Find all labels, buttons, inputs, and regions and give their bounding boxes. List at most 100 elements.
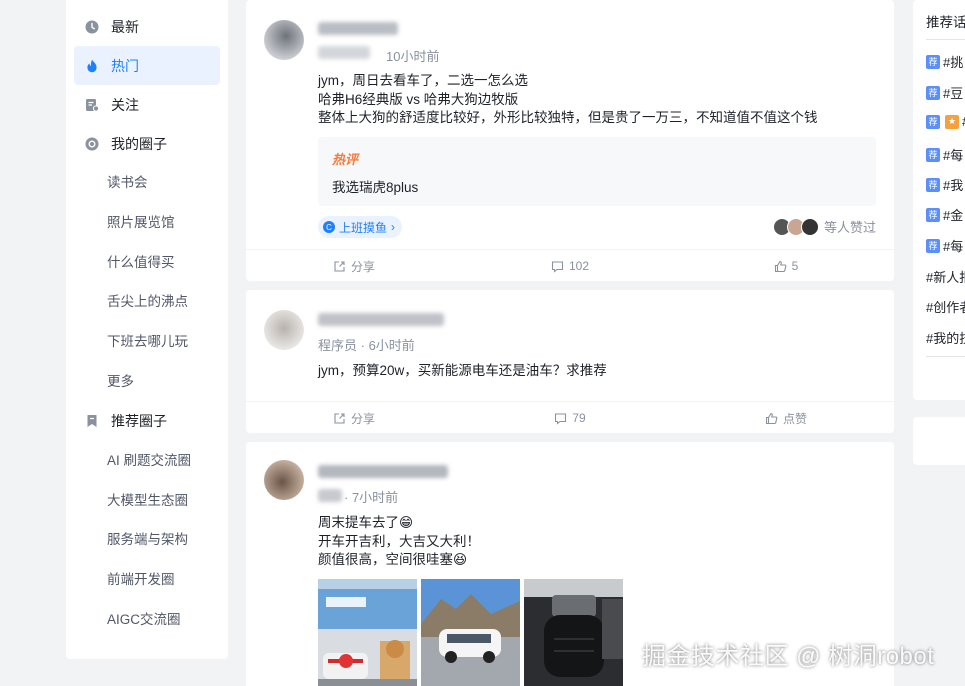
circle-item-ai[interactable]: AI 刷题交流圈 (66, 441, 228, 481)
action-bar: 分享 79 点赞 (246, 401, 894, 434)
hot-comment[interactable]: 热评 我选瑞虎8plus (318, 137, 876, 206)
avatar[interactable] (264, 20, 304, 60)
author-role: 程序员 (318, 338, 358, 353)
topic-item[interactable]: 荐 #每 (926, 236, 963, 255)
comment-button[interactable]: 102 (462, 250, 678, 282)
topic-label: #豆 (943, 86, 964, 101)
recommend-badge: 荐 (926, 147, 940, 162)
hot-comment-text: 我选瑞虎8plus (332, 180, 419, 195)
post-time: 6小时前 (368, 338, 415, 353)
clock-icon (85, 20, 99, 34)
post-photo-dealership[interactable] (318, 579, 417, 686)
nav-hot-label: 热门 (111, 57, 139, 74)
nav-recommended-label: 推荐圈子 (111, 413, 167, 430)
circle-item-photos[interactable]: 照片展览馆 (66, 203, 228, 243)
topic-label: #创作者 (926, 300, 965, 315)
content-line: 开车开吉利，大吉又大利！ (318, 533, 480, 549)
feed-post: 10小时前 jym，周日去看车了，二选一怎么选 哈弗H6经典版 vs 哈弗大狗边… (246, 0, 894, 281)
topic-label: #我 (943, 178, 964, 193)
circle-item-more[interactable]: 更多 (66, 362, 228, 402)
circle-item-worth-buying[interactable]: 什么值得买 (66, 243, 228, 283)
nav-latest[interactable]: 最新 (74, 7, 220, 46)
comment-icon (551, 260, 564, 273)
topic-item[interactable]: 荐 #每 (926, 145, 963, 164)
circle-item-reading[interactable]: 读书会 (66, 163, 228, 203)
new-badge-icon: ★ (945, 114, 959, 129)
post-photo-car-outdoor[interactable] (421, 579, 520, 686)
topic-item[interactable]: #新人报 (926, 267, 965, 286)
topic-item[interactable]: #我的技 (926, 328, 965, 347)
circle-tag[interactable]: C 上班摸鱼 › (318, 216, 403, 238)
circle-item-backend[interactable]: 服务端与架构 (66, 520, 228, 560)
nav-latest-label: 最新 (111, 18, 139, 35)
topic-label: #每 (943, 239, 964, 254)
post-time: 7小时前 (351, 490, 399, 505)
thumbs-up-icon (765, 412, 778, 424)
nav-follow-label: 关注 (111, 96, 139, 113)
share-icon (334, 412, 345, 424)
recommend-badge: 荐 (926, 177, 940, 192)
share-label: 分享 (350, 259, 375, 274)
nav-hot[interactable]: 热门 (74, 46, 220, 85)
nav-follow[interactable]: 关注 (74, 85, 220, 124)
circle-logo-icon: C (323, 221, 335, 233)
comment-count: 102 (568, 259, 590, 273)
left-sidebar: 最新 热门 关注 我的圈子 读书会 照片展览馆 什么值得买 舌尖上的沸点 下班去… (66, 0, 228, 659)
nav-recommended-circles[interactable]: 推荐圈子 (74, 402, 220, 441)
post-content: jym，周日去看车了，二选一怎么选 哈弗H6经典版 vs 哈弗大狗边牧版 整体上… (318, 72, 818, 128)
author-name[interactable] (318, 465, 448, 478)
topic-label: #我的技 (926, 331, 965, 346)
circle-tag-label: 上班摸鱼 (339, 220, 388, 235)
divider (926, 356, 965, 357)
share-button[interactable]: 分享 (246, 250, 462, 282)
post-content: 周末提车去了😁 开车开吉利，大吉又大利！ 颜值很高，空间很哇塞😆 (318, 514, 480, 570)
post-photo-car-interior[interactable] (524, 579, 623, 686)
comment-button[interactable]: 79 (462, 402, 678, 434)
author-name[interactable] (318, 22, 398, 35)
nav-my-circles[interactable]: 我的圈子 (74, 124, 220, 163)
content-line: jym，预算20w，买新能源电车还是油车？求推荐 (318, 363, 607, 378)
divider (926, 39, 965, 40)
avatar[interactable] (264, 460, 304, 500)
content-line: 周末提车去了😁 (318, 515, 414, 530)
circle-item-llm[interactable]: 大模型生态圈 (66, 481, 228, 521)
post-content: jym，预算20w，买新能源电车还是油车？求推荐 (318, 362, 607, 381)
like-label: 点赞 (782, 411, 807, 426)
content-line: 整体上大狗的舒适度比较好，外形比较独特，但是贵了一万三，不知道值不值这个钱 (318, 110, 818, 125)
topic-item[interactable]: 荐 #挑 (926, 52, 963, 71)
like-button[interactable]: 点赞 (678, 402, 894, 434)
content-line: 哈弗H6经典版 vs 哈弗大狗边牧版 (318, 91, 519, 107)
circle-item-aigc[interactable]: AIGC交流圈 (66, 600, 228, 640)
recommend-badge: 荐 (926, 114, 940, 129)
recommend-badge: 荐 (926, 238, 940, 253)
topic-item[interactable]: 荐 #我 (926, 175, 963, 194)
like-count: 5 (791, 259, 799, 273)
action-bar: 分享 102 5 (246, 249, 894, 282)
topic-label: #每 (943, 148, 964, 163)
author-title (318, 489, 342, 502)
circle-item-frontend[interactable]: 前端开发圈 (66, 560, 228, 600)
author-name[interactable] (318, 313, 444, 326)
topic-item[interactable]: 荐 #金 (926, 205, 963, 224)
recommend-badge: 荐 (926, 85, 940, 100)
topic-item[interactable]: #创作者 (926, 297, 965, 316)
bookmark-icon (85, 414, 99, 428)
recommend-badge: 荐 (926, 207, 940, 222)
comment-icon (555, 412, 567, 425)
content-line: jym，周日去看车了，二选一怎么选 (318, 73, 528, 88)
topic-item[interactable]: 荐★# (926, 114, 965, 129)
likers[interactable]: 等人赞过 (772, 217, 876, 236)
share-icon (334, 260, 345, 272)
share-button[interactable]: 分享 (246, 402, 462, 434)
like-button[interactable]: 5 (678, 250, 894, 282)
circle-item-food[interactable]: 舌尖上的沸点 (66, 282, 228, 322)
post-meta: 程序员 · 6小时前 (318, 338, 415, 353)
circle-item-after-work[interactable]: 下班去哪儿玩 (66, 322, 228, 362)
avatar[interactable] (264, 310, 304, 350)
post-time-wrap: · 7小时前 (344, 490, 399, 505)
topic-item[interactable]: 荐 #豆 (926, 83, 963, 102)
chevron-right-icon: › (391, 220, 396, 234)
topic-label: #金 (943, 208, 964, 223)
post-time: 10小时前 (386, 49, 440, 64)
feed-post: 程序员 · 6小时前 jym，预算20w，买新能源电车还是油车？求推荐 分享 7… (246, 290, 894, 433)
